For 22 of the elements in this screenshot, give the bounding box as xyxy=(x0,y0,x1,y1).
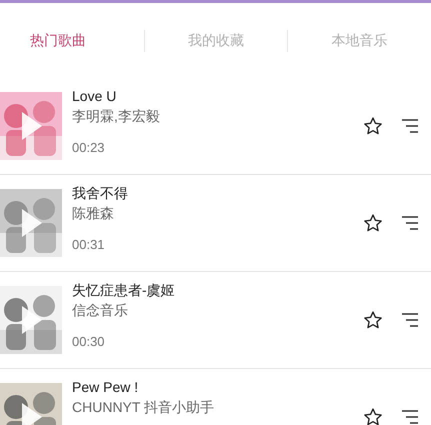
artist-name: 陈雅森 xyxy=(72,204,115,223)
song-title: Pew Pew ! xyxy=(72,378,140,397)
menu-icon[interactable] xyxy=(401,215,419,231)
tab[interactable]: 热门歌曲 xyxy=(30,30,86,51)
tab[interactable]: 本地音乐 xyxy=(332,30,388,51)
song-title: 失忆症患者-虞姬 xyxy=(72,281,176,300)
menu-icon[interactable] xyxy=(401,312,419,328)
song-title: Love U xyxy=(72,87,118,106)
tab[interactable]: 我的收藏 xyxy=(188,30,244,51)
artist-name: 信念音乐 xyxy=(72,301,129,320)
star-icon[interactable] xyxy=(363,310,383,330)
star-icon[interactable] xyxy=(363,213,383,233)
star-icon[interactable] xyxy=(363,407,383,425)
artist-name: 李明霖,李宏毅 xyxy=(72,107,161,126)
song-title: 我舍不得 xyxy=(72,184,129,203)
menu-icon[interactable] xyxy=(401,409,419,425)
duration: 00:23 xyxy=(72,139,106,157)
artist-name: CHUNNYT 抖音小助手 xyxy=(72,398,216,417)
star-icon[interactable] xyxy=(363,116,383,136)
duration: 00:31 xyxy=(72,236,106,254)
menu-icon[interactable] xyxy=(401,118,419,134)
duration: 00:30 xyxy=(72,333,106,351)
